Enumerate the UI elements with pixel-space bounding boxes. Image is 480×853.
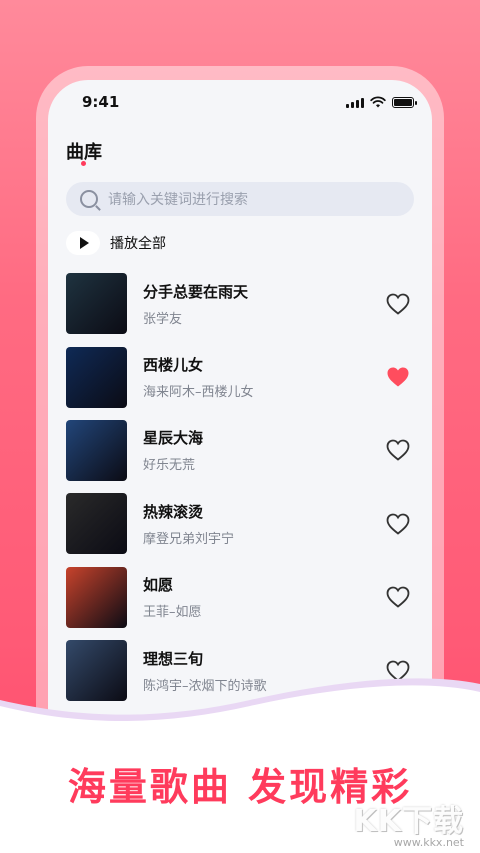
phone-screen: 9:41 曲库 请输入关键词进行搜索 播放全部 分手总要在雨天 张学友 西楼儿女 海来…: [48, 80, 432, 760]
song-artist: 王菲–如愿: [143, 605, 202, 621]
watermark-logo: KK下载: [353, 804, 464, 839]
song-row[interactable]: 分手总要在雨天 张学友: [66, 267, 414, 340]
song-artist: 摩登兄弟刘宇宁: [143, 531, 235, 547]
signal-icon: [346, 97, 364, 108]
song-row[interactable]: 热辣滚烫摩登兄弟刘宇宁: [66, 487, 414, 560]
song-row[interactable]: 星辰大海 好乐无荒: [66, 414, 414, 487]
search-icon: [80, 190, 98, 208]
song-info: 如愿王菲–如愿: [143, 574, 414, 620]
song-cover-image: [66, 273, 127, 335]
song-artist: 张学友: [143, 311, 183, 327]
song-title: 分手总要在雨天: [143, 282, 249, 301]
status-time: 9:41: [82, 93, 120, 111]
wifi-icon: [370, 96, 386, 108]
song-title: 西楼儿女: [143, 356, 204, 375]
heart-outline-icon[interactable]: [386, 586, 410, 608]
play-icon: [66, 231, 100, 255]
song-title: 热辣滚烫: [143, 502, 204, 521]
song-row[interactable]: 西楼儿女海来阿木–西楼儿女: [66, 340, 414, 413]
song-cover-image: [66, 346, 127, 408]
song-info: 西楼儿女海来阿木–西楼儿女: [143, 354, 414, 400]
song-info: 分手总要在雨天 张学友: [143, 281, 414, 327]
status-icons: [346, 96, 417, 108]
heart-outline-icon[interactable]: [386, 439, 410, 462]
song-cover-image: [66, 493, 127, 555]
heart-outline-icon[interactable]: [386, 293, 410, 315]
song-cover-image: [66, 566, 127, 628]
play-all-button[interactable]: 播放全部: [66, 231, 166, 255]
song-info: 星辰大海 好乐无荒: [143, 427, 414, 473]
heart-filled-icon[interactable]: [386, 366, 410, 388]
song-list: 分手总要在雨天 张学友西楼儿女海来阿木–西楼儿女 星辰大海好乐无荒热辣滚烫摩登兄弟刘…: [66, 267, 414, 707]
heart-outline-icon[interactable]: [386, 513, 410, 535]
search-placeholder: 请输入关键词进行搜索: [108, 192, 248, 208]
song-title: 如愿: [143, 576, 174, 595]
song-artist: 好乐无荒: [143, 458, 196, 474]
play-all-label: 播放全部: [110, 236, 166, 252]
song-title: 星辰大海: [143, 429, 204, 448]
search-input[interactable]: 请输入关键词进行搜索: [66, 182, 414, 216]
song-cover-image: [66, 419, 127, 481]
status-bar: 9:41: [48, 80, 432, 124]
song-row[interactable]: 如愿王菲–如愿: [66, 561, 414, 634]
song-info: 热辣滚烫摩登兄弟刘宇宁: [143, 501, 414, 547]
battery-icon: [392, 96, 417, 108]
song-artist: 海来阿木–西楼儿女: [143, 385, 254, 401]
title-indicator-dot: [81, 161, 86, 166]
watermark: KK下载 www.kkx.net: [354, 796, 465, 849]
